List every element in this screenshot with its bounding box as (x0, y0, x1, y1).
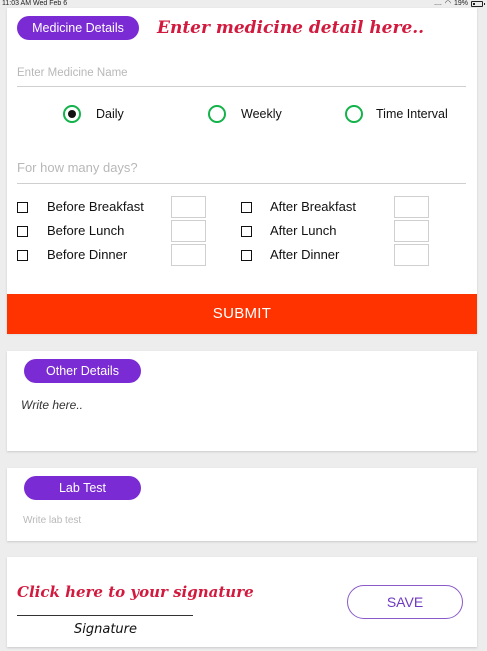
before-dinner-qty[interactable] (171, 244, 206, 266)
medicine-name-underline (17, 86, 466, 87)
other-details-input[interactable]: Write here.. (21, 398, 83, 412)
meal-row-dinner: Before Dinner After Dinner (17, 244, 437, 268)
after-breakfast-qty[interactable] (394, 196, 429, 218)
signature-card: Click here to your signature Signature S… (7, 557, 477, 647)
lab-test-pill: Lab Test (24, 476, 141, 500)
other-details-card: Other Details Write here.. (7, 351, 477, 451)
medicine-name-input[interactable]: Enter Medicine Name (17, 67, 128, 79)
status-bar: 11:03 AM Wed Feb 6 .... ◠ 19% (0, 0, 487, 8)
lab-test-card: Lab Test Write lab test (7, 468, 477, 541)
radio-daily[interactable] (63, 105, 81, 123)
medicine-details-pill: Medicine Details (17, 16, 139, 40)
before-lunch-label: Before Lunch (47, 223, 125, 238)
days-underline (17, 183, 466, 184)
battery-percent: 19% (453, 0, 468, 7)
before-lunch-qty[interactable] (171, 220, 206, 242)
before-dinner-label: Before Dinner (47, 247, 128, 262)
medicine-details-card: Medicine Details Enter medicine detail h… (7, 8, 477, 334)
wifi-icon: ◠ (444, 0, 451, 7)
medicine-details-hint: Enter medicine detail here.. (157, 18, 425, 38)
status-right: .... ◠ 19% (434, 0, 485, 8)
submit-button[interactable]: SUBMIT (7, 294, 477, 334)
after-lunch-qty[interactable] (394, 220, 429, 242)
before-lunch-checkbox[interactable] (17, 226, 28, 237)
after-lunch-label: After Lunch (270, 223, 337, 238)
before-breakfast-qty[interactable] (171, 196, 206, 218)
radio-daily-label: Daily (96, 107, 124, 121)
lab-test-input[interactable]: Write lab test (23, 515, 81, 526)
radio-weekly[interactable] (208, 105, 226, 123)
battery-icon (471, 1, 485, 7)
save-button[interactable]: SAVE (347, 585, 463, 619)
after-dinner-checkbox[interactable] (241, 250, 252, 261)
before-breakfast-checkbox[interactable] (17, 202, 28, 213)
status-time: 11:03 AM Wed Feb 6 (2, 0, 68, 7)
meal-row-breakfast: Before Breakfast After Breakfast (17, 196, 437, 220)
before-breakfast-label: Before Breakfast (47, 199, 144, 214)
after-dinner-qty[interactable] (394, 244, 429, 266)
after-dinner-label: After Dinner (270, 247, 340, 262)
meal-row-lunch: Before Lunch After Lunch (17, 220, 437, 244)
radio-time-interval[interactable] (345, 105, 363, 123)
after-lunch-checkbox[interactable] (241, 226, 252, 237)
signal-icon: .... (434, 0, 442, 7)
radio-time-interval-label: Time Interval (376, 107, 448, 121)
signature-line (17, 615, 193, 616)
radio-weekly-label: Weekly (241, 107, 282, 121)
signature-prompt[interactable]: Click here to your signature (17, 583, 254, 601)
other-details-pill: Other Details (24, 359, 141, 383)
days-input[interactable]: For how many days? (17, 160, 138, 175)
signature-label: Signature (74, 622, 138, 637)
after-breakfast-label: After Breakfast (270, 199, 356, 214)
after-breakfast-checkbox[interactable] (241, 202, 252, 213)
before-dinner-checkbox[interactable] (17, 250, 28, 261)
